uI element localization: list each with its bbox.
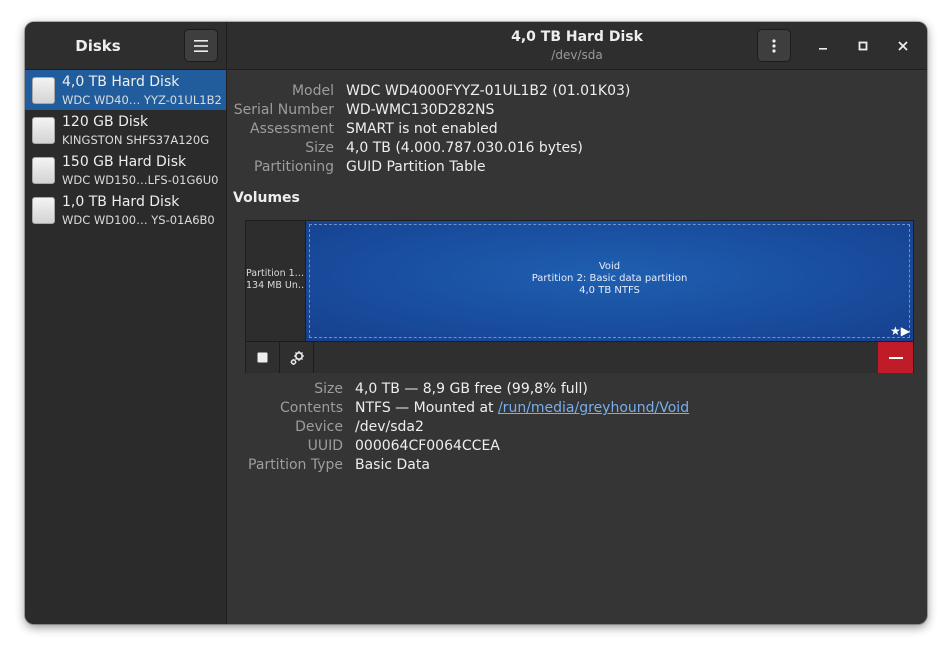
minimize-button[interactable] xyxy=(811,34,835,58)
hamburger-icon xyxy=(194,39,208,52)
disk-model: KINGSTON SHFS37A120G xyxy=(62,133,210,147)
disk-item-120gb[interactable]: 120 GB Disk KINGSTON SHFS37A120G xyxy=(25,110,226,150)
partition-1-name: Partition 1… xyxy=(246,268,305,279)
content-header: 4,0 TB Hard Disk /dev/sda xyxy=(227,22,927,70)
partition-2-description: Partition 2: Basic data partition xyxy=(531,273,688,284)
main-menu-button[interactable] xyxy=(184,29,218,62)
partitioning-value: GUID Partition Table xyxy=(346,159,486,175)
kebab-icon xyxy=(772,38,776,53)
size-label: Size xyxy=(305,140,334,156)
partition-settings-button[interactable] xyxy=(280,342,314,373)
partition-2-label: Void Partition 2: Basic data partition 4… xyxy=(306,261,913,297)
sidebar-header: Disks xyxy=(25,22,227,70)
delete-partition-button[interactable] xyxy=(878,342,913,373)
disk-model: WDC WD40… YYZ-01UL1B2 xyxy=(62,93,222,107)
stop-icon xyxy=(257,352,268,363)
star-icon: ★ xyxy=(890,324,901,338)
drive-menu-button[interactable] xyxy=(757,29,791,62)
disk-name: 4,0 TB Hard Disk xyxy=(62,74,180,90)
serial-value: WD-WMC130D282NS xyxy=(346,102,495,118)
disk-name: 120 GB Disk xyxy=(62,114,149,130)
partition-1-block[interactable]: Partition 1… 134 MB Un… xyxy=(246,221,306,341)
close-icon xyxy=(898,41,908,51)
disk-model: WDC WD150…LFS-01G6U0 xyxy=(62,173,219,187)
maximize-icon xyxy=(858,41,868,51)
hard-disk-icon xyxy=(32,157,55,184)
gears-icon xyxy=(290,350,304,365)
assessment-value: SMART is not enabled xyxy=(346,121,498,137)
mounted-play-icon: ▶ xyxy=(900,324,910,338)
volumes-map: Partition 1… 134 MB Un… Void Partition 2… xyxy=(245,220,914,373)
disk-model: WDC WD100… YS-01A6B0 xyxy=(62,213,215,227)
partition-type-label: Partition Type xyxy=(248,457,343,473)
volumes-heading: Volumes xyxy=(233,190,300,206)
close-button[interactable] xyxy=(891,34,915,58)
disk-item-1tb[interactable]: 1,0 TB Hard Disk WDC WD100… YS-01A6B0 xyxy=(25,190,226,230)
model-label: Model xyxy=(291,83,334,99)
hard-disk-icon xyxy=(32,77,55,104)
partition-size-value: 4,0 TB — 8,9 GB free (99,8% full) xyxy=(355,381,588,397)
contents-value: NTFS — Mounted at /run/media/greyhound/V… xyxy=(355,400,689,416)
volume-toolbar xyxy=(246,341,913,373)
maximize-button[interactable] xyxy=(851,34,875,58)
minimize-icon xyxy=(819,48,827,50)
partition-2-volume-name: Void xyxy=(598,261,621,272)
partition-2-block[interactable]: Void Partition 2: Basic data partition 4… xyxy=(306,221,913,341)
mount-point-link[interactable]: /run/media/greyhound/Void xyxy=(498,400,689,416)
minus-icon xyxy=(888,356,903,359)
disk-name: 150 GB Hard Disk xyxy=(62,154,187,170)
partition-2-size: 4,0 TB NTFS xyxy=(579,285,640,296)
serial-label: Serial Number xyxy=(233,102,334,118)
size-value: 4,0 TB (4.000.787.030.016 bytes) xyxy=(346,140,583,156)
partition-type-value: Basic Data xyxy=(355,457,430,473)
uuid-value: 000064CF0064CCEA xyxy=(355,438,500,454)
contents-text: NTFS — Mounted at xyxy=(355,400,498,416)
device-value: /dev/sda2 xyxy=(355,419,424,435)
sidebar-title: Disks xyxy=(75,36,121,55)
partition-1-size: 134 MB Un… xyxy=(246,280,305,291)
partition-size-label: Size xyxy=(314,381,343,397)
disk-list: 4,0 TB Hard Disk WDC WD40… YYZ-01UL1B2 1… xyxy=(25,70,227,624)
hard-disk-icon xyxy=(32,197,55,224)
assessment-label: Assessment xyxy=(250,121,334,137)
disks-window: Disks 4,0 TB Hard Disk /dev/sda 4,0 TB H… xyxy=(25,22,927,624)
partition-status-icons: ★▶ xyxy=(890,324,910,338)
model-value: WDC WD4000FYYZ-01UL1B2 (01.01K03) xyxy=(346,83,631,99)
disk-item-4tb[interactable]: 4,0 TB Hard Disk WDC WD40… YYZ-01UL1B2 xyxy=(25,70,226,110)
contents-label: Contents xyxy=(280,400,343,416)
unmount-button[interactable] xyxy=(246,342,280,373)
partitioning-label: Partitioning xyxy=(254,159,334,175)
disk-item-150gb[interactable]: 150 GB Hard Disk WDC WD150…LFS-01G6U0 xyxy=(25,150,226,190)
disk-name: 1,0 TB Hard Disk xyxy=(62,194,180,210)
device-label: Device xyxy=(295,419,343,435)
hard-disk-icon xyxy=(32,117,55,144)
partition-1-label: Partition 1… 134 MB Un… xyxy=(246,268,305,292)
uuid-label: UUID xyxy=(307,438,343,454)
